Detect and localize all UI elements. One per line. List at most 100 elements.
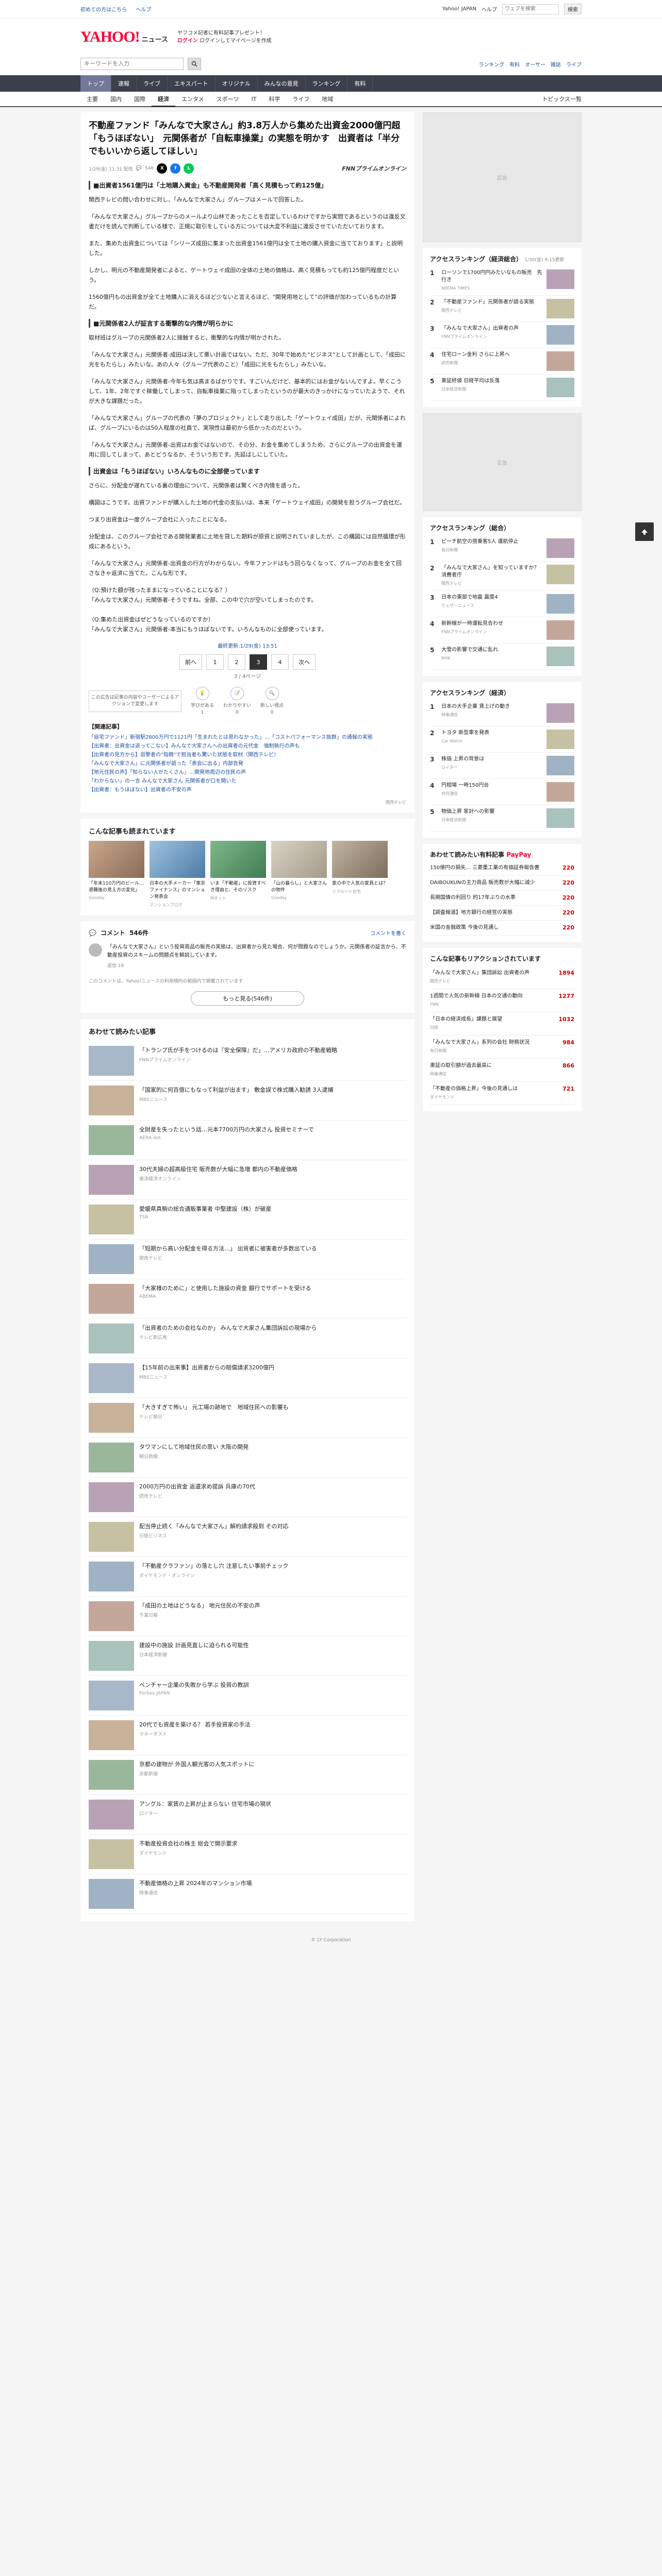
web-search-input[interactable] — [502, 4, 559, 14]
pager-page-2[interactable]: 2 — [228, 654, 245, 670]
paid-item[interactable]: 長期国債の利回り 約17年ぶりの水準 220 — [430, 891, 574, 906]
related-link[interactable]: 「自宅ファンド」新宿駅2800万円で1121円「生まれたとは思わなかった」…「コ… — [89, 733, 406, 742]
news-search-input[interactable] — [80, 58, 184, 70]
news-row[interactable]: タワマンにして地域住民の思い 大阪の開発 朝日新聞 — [89, 1438, 406, 1478]
paid-item[interactable]: 150億円の損失… 三菱重工業の有価証券報告書 220 — [430, 861, 574, 876]
write-comment-link[interactable]: コメントを書く — [370, 929, 406, 937]
recommend-item[interactable]: 「年末110万円のビール…退職後の見え方の変化」 Gooday — [89, 841, 144, 908]
quick-tag[interactable]: 有料 — [509, 60, 520, 68]
tab-life[interactable]: ライフ — [286, 95, 316, 103]
quick-tag[interactable]: ランキング — [478, 60, 504, 68]
nav-expert[interactable]: エキスパート — [168, 75, 216, 92]
sidebar-ad-2[interactable]: 広告 — [423, 413, 582, 511]
top-link-2[interactable]: ヘルプ — [136, 7, 151, 13]
news-row[interactable]: 「国家的に何百億にもなって利益が出ます」 敷金誤で株式購入勧誘 3人逮捕 MBSニ… — [89, 1081, 406, 1121]
ranking-item[interactable]: 5 東証終値 日経平均は反落 日本経済新聞 — [430, 375, 574, 401]
reacted-item[interactable]: 「みんなで大家さん」系列の会社 財務状況 毎日新聞 984 — [430, 1036, 574, 1059]
reaction-new-view[interactable]: 🔍 新しい視点 0 — [260, 687, 284, 715]
recommend-item[interactable]: いま「不動産」に投資すべき理由と、そのリスク Mネット — [210, 841, 266, 908]
news-row[interactable]: 「出資者のための会社なのか」 みんなで大家さん集団訴訟の現場から テレビ新広島 — [89, 1319, 406, 1359]
ranking-item[interactable]: 1 ローソンで1700円円みたいなもの販売 先行き ABEMA TIMES — [430, 266, 574, 296]
ranking-item[interactable]: 2 「不動産ファンド」元関係者が語る実態 関西テレビ — [430, 296, 574, 322]
news-row[interactable]: 「トランプ氏が手をつけるのは『安全保障』だ」…アメリカ政府の不動産戦略 FNNプラ… — [89, 1041, 406, 1081]
ranking-item[interactable]: 4 円相場 一時150円台 共同通信 — [430, 779, 574, 805]
news-row[interactable]: 30代夫婦の超高級住宅 販売数が大幅に急増 都内の不動産価格 東洋経済オンライン — [89, 1160, 406, 1200]
sidebar-ad[interactable]: 広告 — [423, 112, 582, 242]
comment-replies[interactable]: 返信 16 — [107, 962, 406, 970]
news-row[interactable]: 「成田の土地はどうなる」 地元住民の不安の声 千葉日報 — [89, 1597, 406, 1636]
ranking-item[interactable]: 4 新幹線が一時運転見合わせ FNNプライムオンライン — [430, 617, 574, 643]
quick-tag[interactable]: ライブ — [566, 60, 582, 68]
paid-item[interactable]: 【調査報道】地方銀行の経営の実態 220 — [430, 906, 574, 921]
related-link[interactable]: 【出資者：出資金は返ってこない】みんなで大家さんへの出資者の元代金 強制執行の声… — [89, 742, 406, 751]
ranking-item[interactable]: 3 株価 上昇の背景は ロイター — [430, 753, 574, 779]
top-link-1[interactable]: 初めての方はこちら — [80, 7, 127, 13]
ranking-item[interactable]: 4 住宅ローン金利 さらに上昇へ 読売新聞 — [430, 348, 574, 375]
news-row[interactable]: 【15年前の出来事】出資者からの賠償請求3200億円 MBSニュース — [89, 1359, 406, 1398]
related-link[interactable]: 「みんなで大家さん」に元関係者が語った「表会に出る」内部告発 — [89, 759, 406, 768]
x-share-icon[interactable]: X — [157, 163, 168, 174]
news-row[interactable]: 愛媛県真駒の総合通販事業者 中堅建設（株）が破産 TSR — [89, 1200, 406, 1240]
pager-page-4[interactable]: 4 — [271, 654, 289, 670]
nav-original[interactable]: オリジナル — [216, 75, 258, 92]
related-link[interactable]: 【出資者：もうほぼない】出資者の不安の声 — [89, 786, 406, 794]
reaction-learn[interactable]: 💡 学びがある 1 — [191, 687, 214, 715]
ranking-item[interactable]: 5 物価上昇 家計への影響 日本経済新聞 — [430, 805, 574, 832]
ranking-item[interactable]: 2 「みんなで大家さん」を知っていますか？ 消費者庁 関西テレビ — [430, 562, 574, 591]
related-link[interactable]: 「わからない」の一言 みんなで大家さん 元関係者が口を開いた — [89, 777, 406, 786]
ranking-item[interactable]: 3 「みんなで大家さん」出資者の声 FNNプライムオンライン — [430, 322, 574, 348]
news-row[interactable]: 京都の建物が 外国人観光客の人気スポットに 京都新聞 — [89, 1755, 406, 1795]
reacted-item[interactable]: 東証の取引額が過去最高に 時事通信 866 — [430, 1059, 574, 1082]
nav-ranking[interactable]: ランキング — [306, 75, 348, 92]
recommend-item[interactable]: 日本の大手メーカー「東京ファイナンス」のマンション発表会 マンションブログ — [150, 841, 205, 908]
search-icon[interactable] — [188, 58, 201, 70]
web-search-button[interactable]: 検索 — [564, 4, 582, 14]
quick-tag[interactable]: 雑誌 — [551, 60, 561, 68]
ranking-item[interactable]: 2 トヨタ 新型車を発表 Car Watch — [430, 726, 574, 753]
news-row[interactable]: アングル：家賃の上昇が止まらない 住宅市場の現状 ロイター — [89, 1795, 406, 1835]
reacted-item[interactable]: 1週間で人気の新幹線 日本の交通の動向 FNN 1277 — [430, 989, 574, 1012]
news-row[interactable]: 全財産を失ったという話…元本7700万円の大家さん 投資セミナーで AERA do… — [89, 1121, 406, 1160]
pager-page-3[interactable]: 3 — [250, 654, 267, 670]
pager-next[interactable]: 次へ — [293, 654, 316, 670]
scroll-to-top-button[interactable] — [635, 522, 654, 541]
related-link[interactable]: 【地元住民の声】「知らない人がたくさん」…開発地周辺の住民の声 — [89, 768, 406, 777]
yahoo-news-logo[interactable]: YAHOO! ニュース — [80, 28, 168, 46]
top-link-yahoo[interactable]: Yahoo! JAPAN — [442, 6, 476, 12]
promo-line-1[interactable]: ヤフコメ記者に有料記事プレゼント！ — [177, 29, 272, 37]
news-row[interactable]: 不動産価格の上昇 2024年のマンション市場 時事通信 — [89, 1874, 406, 1914]
nav-live[interactable]: ライブ — [137, 75, 168, 92]
recommend-item[interactable]: 「山の暮らし」と大家さんの物件 Gooday — [271, 841, 327, 908]
pager-page-1[interactable]: 1 — [206, 654, 224, 670]
tab-domestic[interactable]: 国内 — [104, 95, 128, 103]
ranking-item[interactable]: 1 ピーチ航空の搭乗客5人 運航停止 毎日新聞 — [430, 535, 574, 562]
provider-logo[interactable]: FNNプライムオンライン — [342, 164, 406, 173]
tab-sports[interactable]: スポーツ — [210, 95, 245, 103]
quick-tag[interactable]: オーサー — [525, 60, 545, 68]
facebook-share-icon[interactable]: f — [170, 163, 181, 174]
tab-international[interactable]: 国際 — [128, 95, 152, 103]
news-row[interactable]: 配当停止続く「みんなで大家さん」解約請求殺到 その対応 日経ビジネス — [89, 1517, 406, 1557]
news-row[interactable]: 建設中の施設 計画見直しに迫られる可能性 日本経済新聞 — [89, 1636, 406, 1676]
tab-main[interactable]: 主要 — [80, 95, 104, 103]
nav-top[interactable]: トップ — [80, 75, 111, 92]
news-row[interactable]: 「大きすぎて怖い」 元工場の跡地で 地域住民への影響も テレビ朝日 — [89, 1398, 406, 1438]
tab-local[interactable]: 地域 — [316, 95, 339, 103]
comment-icon[interactable]: 💬 — [136, 166, 142, 171]
ranking-item[interactable]: 3 日本の東部で地震 震度4 ウェザーニュース — [430, 591, 574, 617]
news-row[interactable]: 2000万円の出資金 返還求め提訴 兵庫の70代 読売テレビ — [89, 1478, 406, 1517]
news-row[interactable]: 不動産投資会社の株主 総会で開示要求 ダイヤモンド — [89, 1835, 406, 1874]
tab-science[interactable]: 科学 — [262, 95, 286, 103]
pager-prev[interactable]: 前へ — [179, 654, 202, 670]
tab-entertainment[interactable]: エンタメ — [175, 95, 210, 103]
topics-list-link[interactable]: トピックス一覧 — [542, 95, 582, 103]
line-share-icon[interactable]: L — [184, 163, 194, 174]
nav-flash[interactable]: 速報 — [111, 75, 137, 92]
tab-economy[interactable]: 経済 — [152, 95, 175, 107]
reaction-ad[interactable]: この広告は記事の内容やユーザーによるアクションで変更します — [89, 690, 181, 712]
reacted-item[interactable]: 「みんなで大家さん」集団訴訟 出資者の声 関西テレビ 1894 — [430, 966, 574, 989]
more-comments-button[interactable]: もっと見る(546件) — [191, 991, 304, 1006]
ranking-item[interactable]: 5 大雪の影響で交通に乱れ NHK — [430, 643, 574, 670]
news-row[interactable]: 「短期から高い分配金を得る方法…」 出資者に被害者が多数出ている 関西テレビ — [89, 1240, 406, 1279]
ranking-item[interactable]: 1 日本の大手企業 賃上げの動き 時事通信 — [430, 700, 574, 726]
